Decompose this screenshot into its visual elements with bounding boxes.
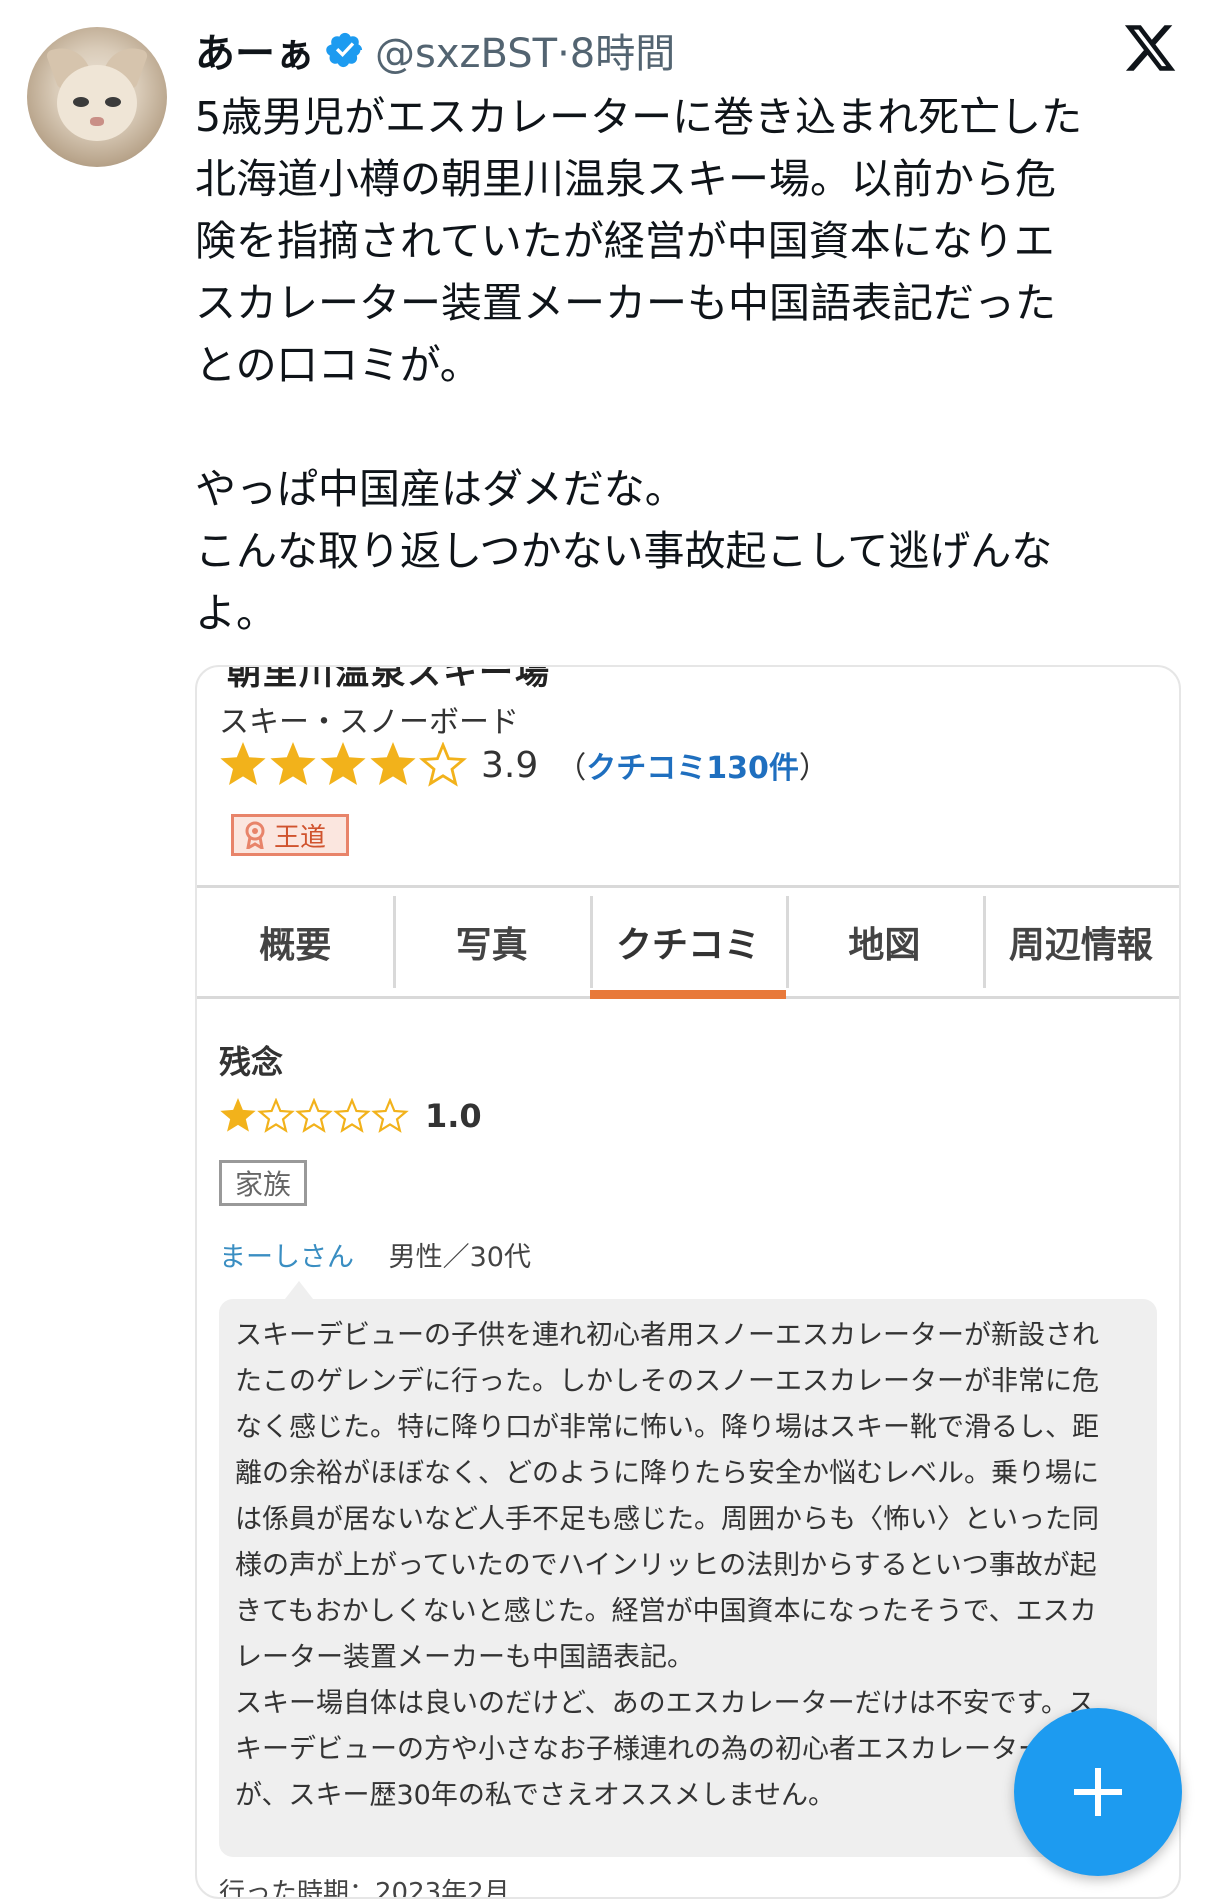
star-rating [219,742,467,788]
display-name[interactable]: あーぁ [195,21,315,79]
tab-bar: 概要 写真 クチコミ 地図 周辺情報 [197,885,1179,999]
card-title-cut: 朝里川温泉スキー場 [227,665,551,693]
star-empty-icon [257,1098,295,1133]
star-filled-icon [270,742,316,785]
verified-badge-icon [326,32,363,68]
tab-nearby[interactable]: 周辺情報 [982,888,1179,996]
tab-overview[interactable]: 概要 [197,888,393,996]
star-filled-icon [370,742,416,785]
star-filled-icon [220,742,266,785]
review-rating: 1.0 [219,1097,482,1135]
star-empty-icon [333,1098,371,1133]
visit-type-tag: 家族 [219,1160,307,1206]
star-empty-icon [371,1098,409,1133]
timestamp[interactable]: 8時間 [570,31,675,77]
review-count: （クチコミ130件） [556,751,829,786]
reviewer-meta: 男性／30代 [388,1242,531,1273]
reviewer-info: まーしさん 男性／30代 [219,1235,531,1274]
star-filled-icon [220,1098,256,1132]
handle[interactable]: @sxzBST·8時間 [375,21,675,79]
tweet-header: あーぁ @sxzBST·8時間 [195,22,675,78]
compose-button[interactable] [1014,1708,1182,1876]
badge-label: 王道 [274,822,327,853]
overall-rating: 3.9 （クチコミ130件） [219,742,829,788]
bubble-pointer [285,1281,313,1299]
star-empty-icon [419,742,467,787]
plus-icon [1074,1768,1122,1816]
tweet-text: 5歳男児がエスカレーターに巻き込まれ死亡した 北海道小樽の朝里川温泉スキー場。以… [195,93,1083,637]
tab-photos[interactable]: 写真 [393,888,589,996]
category-label: スキー・スノーボード [219,705,519,740]
review-title: 残念 [219,1043,284,1081]
tab-reviews[interactable]: クチコミ [589,888,787,999]
reviewer-name[interactable]: まーしさん [219,1242,354,1273]
x-logo-icon[interactable] [1122,20,1178,76]
rating-value: 3.9 [481,744,539,786]
review-footer: 行った時期：2023年2月 [219,1878,510,1899]
embedded-review-screenshot[interactable]: 朝里川温泉スキー場 スキー・スノーボード 3.9 （クチコミ130件） 王道 概… [195,665,1181,1899]
star-empty-icon [295,1098,333,1133]
review-rating-value: 1.0 [425,1097,482,1135]
review-star-rating [219,1098,409,1134]
tab-map[interactable]: 地図 [786,888,982,996]
category-badge: 王道 [231,814,349,856]
user-avatar[interactable] [27,27,167,167]
review-count-link[interactable]: クチコミ130件 [586,751,799,786]
star-filled-icon [320,742,366,785]
medal-icon [245,821,265,849]
